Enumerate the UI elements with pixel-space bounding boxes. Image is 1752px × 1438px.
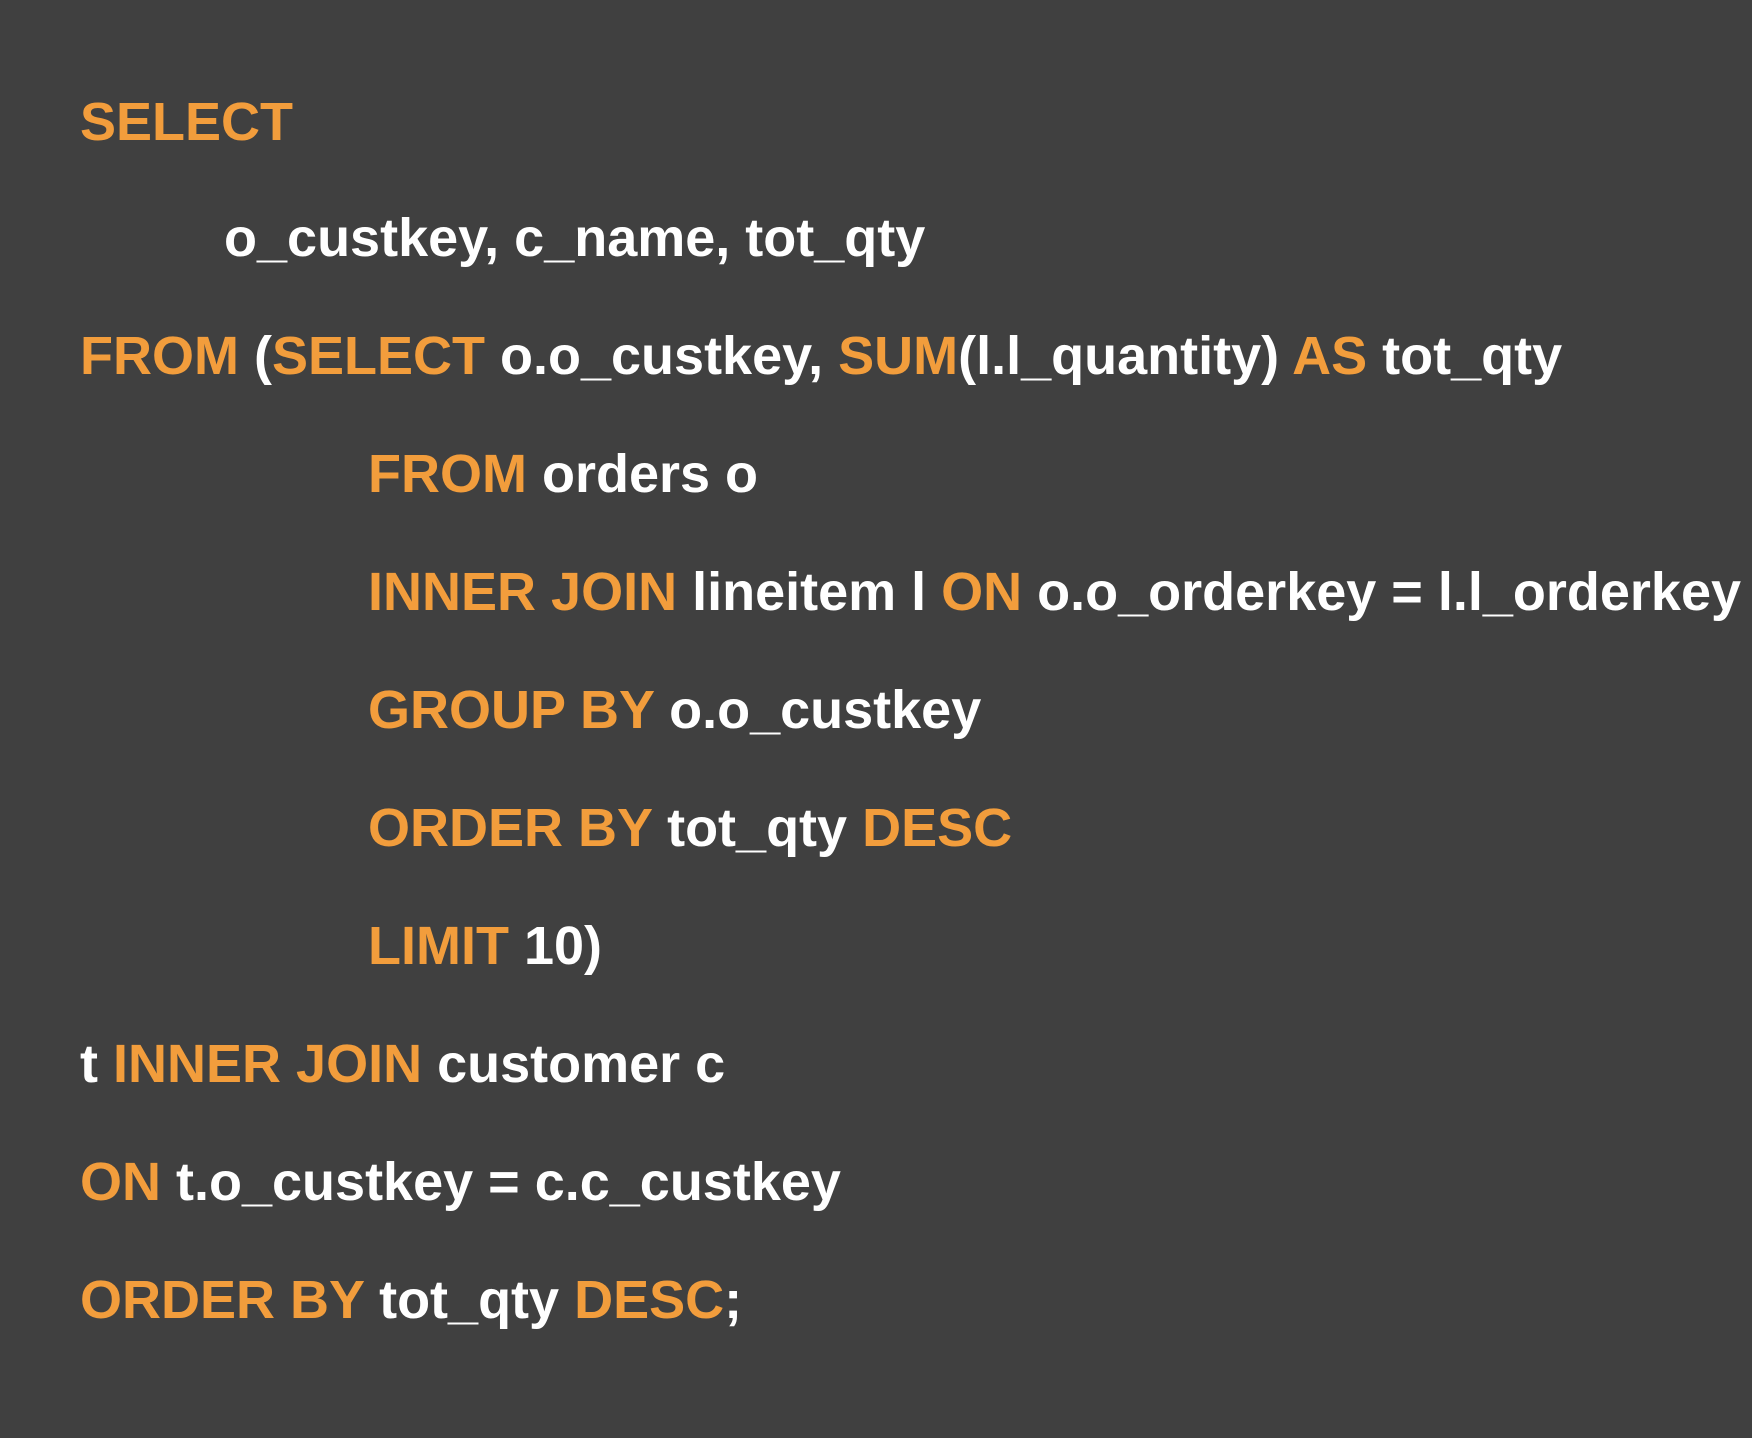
keyword-token: GROUP BY xyxy=(368,680,655,740)
text-token: customer c xyxy=(422,1034,726,1094)
text-token: lineitem l xyxy=(677,562,942,622)
keyword-token: ON xyxy=(941,562,1023,622)
code-line-2: o_custkey, c_name, tot_qty xyxy=(164,148,925,268)
keyword-token: INNER JOIN xyxy=(368,562,678,622)
keyword-token: DESC xyxy=(574,1270,725,1330)
text-token: tot_qty xyxy=(1367,326,1563,386)
code-line-6: GROUP BY o.o_custkey xyxy=(308,620,981,740)
text-token: ; xyxy=(724,1270,743,1330)
code-line-9: t INNER JOIN customer c xyxy=(20,974,725,1094)
text-token: o.o_custkey, xyxy=(485,326,839,386)
code-line-11: ORDER BY tot_qty DESC; xyxy=(20,1210,742,1330)
code-line-3: FROM (SELECT o.o_custkey, SUM(l.l_quanti… xyxy=(20,266,1562,386)
code-line-7: ORDER BY tot_qty DESC xyxy=(308,738,1012,858)
code-line-1: SELECT xyxy=(20,32,293,152)
keyword-token: SELECT xyxy=(80,92,294,152)
code-line-8: LIMIT 10) xyxy=(308,856,602,976)
text-token: t.o_custkey = c.c_custkey xyxy=(161,1152,841,1212)
keyword-token: ON xyxy=(80,1152,162,1212)
keyword-token: AS xyxy=(1292,326,1368,386)
text-token: t xyxy=(80,1034,114,1094)
text-token: o_custkey, c_name, tot_qty xyxy=(224,208,926,268)
text-token: 10) xyxy=(508,916,603,976)
text-token: tot_qty xyxy=(364,1270,575,1330)
code-line-5: INNER JOIN lineitem l ON o.o_orderkey = … xyxy=(308,502,1741,622)
sql-code-block: SELECT o_custkey, c_name, tot_qty FROM (… xyxy=(0,0,1752,1438)
text-token: ( xyxy=(238,326,272,386)
keyword-token: FROM xyxy=(80,326,239,386)
keyword-token: DESC xyxy=(862,798,1013,858)
keyword-token: LIMIT xyxy=(368,916,509,976)
code-line-4: FROM orders o xyxy=(308,384,758,504)
keyword-token: FROM xyxy=(368,444,527,504)
keyword-token: INNER JOIN xyxy=(113,1034,423,1094)
text-token: tot_qty xyxy=(652,798,863,858)
text-token: (l.l_quantity) xyxy=(958,326,1293,386)
text-token: o.o_orderkey = l.l_orderkey xyxy=(1022,562,1742,622)
text-token: orders o xyxy=(526,444,759,504)
text-token: o.o_custkey xyxy=(654,680,982,740)
keyword-token: ORDER BY xyxy=(368,798,653,858)
keyword-token: SUM xyxy=(838,326,959,386)
keyword-token: SELECT xyxy=(271,326,486,386)
keyword-token: ORDER BY xyxy=(80,1270,365,1330)
code-line-10: ON t.o_custkey = c.c_custkey xyxy=(20,1092,841,1212)
